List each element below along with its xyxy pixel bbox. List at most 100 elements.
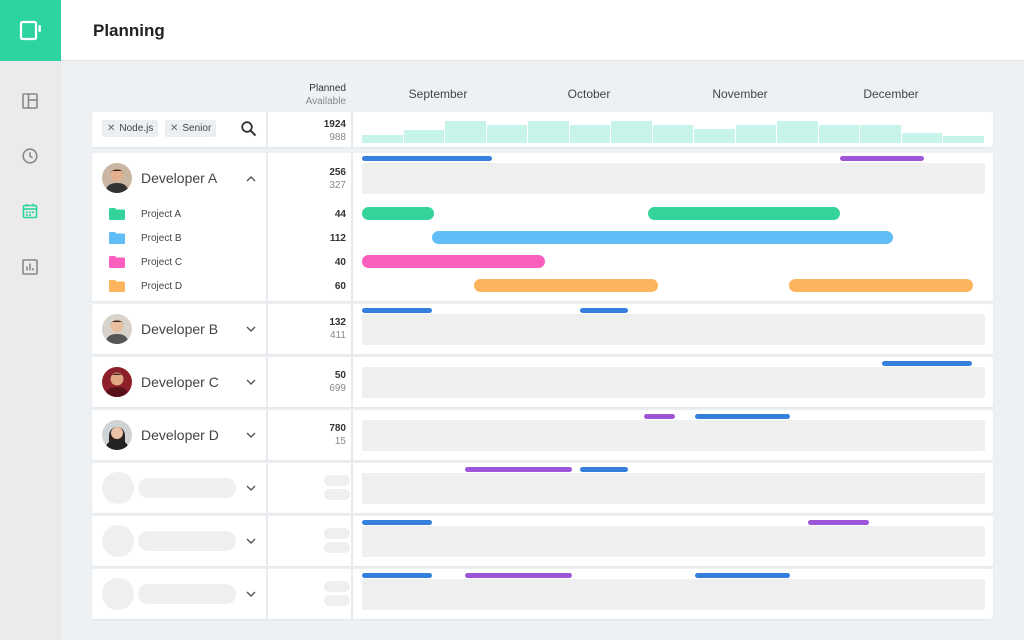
calendar-icon: [22, 203, 38, 219]
folder-icon: [109, 232, 125, 244]
filter-chip-label: Senior: [182, 123, 212, 134]
histogram-bar: [901, 133, 943, 143]
assignment-bar[interactable]: [580, 308, 628, 313]
planned-hours: 256: [329, 167, 346, 178]
developer-name[interactable]: Developer D: [141, 427, 219, 443]
assignment-bar[interactable]: [465, 573, 572, 578]
assignment-bar[interactable]: [580, 467, 628, 472]
project-bar[interactable]: [789, 279, 973, 292]
assignment-bar[interactable]: [362, 520, 432, 525]
chevron-up-icon[interactable]: [245, 173, 257, 185]
project-bar[interactable]: [432, 231, 893, 244]
assignment-bar[interactable]: [840, 156, 924, 161]
available-hours: 15: [334, 436, 346, 447]
developer-hours: 132 411: [286, 316, 346, 342]
nav-reports[interactable]: [19, 256, 41, 278]
project-bar[interactable]: [362, 207, 434, 220]
total-planned: 1924: [323, 119, 346, 130]
hours-placeholder: [324, 489, 350, 500]
hours-placeholder: [324, 581, 350, 592]
hours-placeholder: [324, 475, 350, 486]
timeline-track: [362, 163, 985, 194]
app-logo[interactable]: [0, 0, 61, 61]
filter-chip[interactable]: ✕ Senior: [165, 120, 217, 137]
avatar-placeholder: [102, 578, 134, 610]
chevron-down-icon[interactable]: [245, 429, 257, 441]
chevron-down-icon[interactable]: [245, 535, 257, 547]
developer-row: Developer B 132 411: [92, 304, 993, 354]
histogram-bar: [403, 130, 445, 143]
capacity-histogram: [362, 120, 985, 143]
timeline-track: [362, 420, 985, 451]
project-name[interactable]: Project C: [141, 257, 182, 268]
histogram-bar: [611, 121, 652, 143]
avatar: [102, 367, 132, 397]
assignment-bar[interactable]: [362, 156, 492, 161]
total-hours: 1924 988: [286, 118, 346, 144]
histogram-bar: [569, 125, 611, 143]
search-icon[interactable]: [240, 120, 258, 138]
histogram-bar: [777, 121, 818, 143]
project-hours: 112: [329, 233, 346, 244]
developer-name[interactable]: Developer C: [141, 374, 219, 390]
histogram-bar: [528, 121, 569, 143]
month-label: September: [408, 87, 468, 101]
chevron-down-icon[interactable]: [245, 588, 257, 600]
assignment-bar[interactable]: [362, 573, 432, 578]
planned-hours: 132: [329, 317, 346, 328]
project-name[interactable]: Project A: [141, 209, 181, 220]
chevron-down-icon[interactable]: [245, 482, 257, 494]
folder-icon: [109, 280, 125, 292]
project-name[interactable]: Project B: [141, 233, 182, 244]
cup-icon: [19, 20, 41, 40]
assignment-bar[interactable]: [808, 520, 869, 525]
planned-hours: 50: [334, 370, 346, 381]
available-hours: 411: [330, 330, 346, 341]
assignment-bar[interactable]: [695, 414, 790, 419]
month-label: November: [712, 87, 768, 101]
timeline-track: [362, 367, 985, 398]
assignment-bar[interactable]: [362, 308, 432, 313]
chevron-down-icon[interactable]: [245, 323, 257, 335]
nav-time[interactable]: [19, 145, 41, 167]
remove-filter-icon[interactable]: ✕: [170, 123, 178, 134]
project-name[interactable]: Project D: [141, 281, 182, 292]
filter-chip[interactable]: ✕ Node.js: [102, 120, 159, 137]
folder-icon: [109, 256, 125, 268]
available-hours: 699: [329, 383, 346, 394]
project-bar[interactable]: [648, 207, 840, 220]
top-header: Planning: [61, 0, 1024, 61]
histogram-bar: [652, 125, 694, 143]
avatar-placeholder: [102, 472, 134, 504]
assignment-bar[interactable]: [882, 361, 972, 366]
name-placeholder: [138, 531, 236, 551]
assignment-bar[interactable]: [695, 573, 790, 578]
name-placeholder: [138, 478, 236, 498]
avatar: [102, 163, 132, 193]
avatar: [102, 420, 132, 450]
nav-dashboard[interactable]: [19, 90, 41, 112]
developer-name[interactable]: Developer A: [141, 170, 217, 186]
nav-planning[interactable]: [19, 200, 41, 222]
placeholder-row: [92, 516, 993, 566]
developer-row: Developer C 50 699: [92, 357, 993, 407]
planned-column-header: Planned: [309, 83, 346, 94]
developer-hours: 780 15: [286, 422, 346, 448]
clock-icon: [22, 148, 38, 164]
histogram-bar: [362, 135, 403, 143]
remove-filter-icon[interactable]: ✕: [107, 123, 115, 134]
assignment-bar[interactable]: [465, 467, 572, 472]
project-bar[interactable]: [362, 255, 545, 268]
timeline-track: [362, 579, 985, 610]
project-hours: 40: [334, 257, 346, 268]
timeline-track: [362, 526, 985, 557]
developer-hours: 256 327: [286, 166, 346, 192]
placeholder-row: [92, 569, 993, 619]
histogram-bar: [943, 136, 984, 143]
hours-placeholder: [324, 542, 350, 553]
project-bar[interactable]: [474, 279, 658, 292]
filter-chip-label: Node.js: [119, 123, 154, 134]
chevron-down-icon[interactable]: [245, 376, 257, 388]
assignment-bar[interactable]: [644, 414, 675, 419]
developer-name[interactable]: Developer B: [141, 321, 218, 337]
